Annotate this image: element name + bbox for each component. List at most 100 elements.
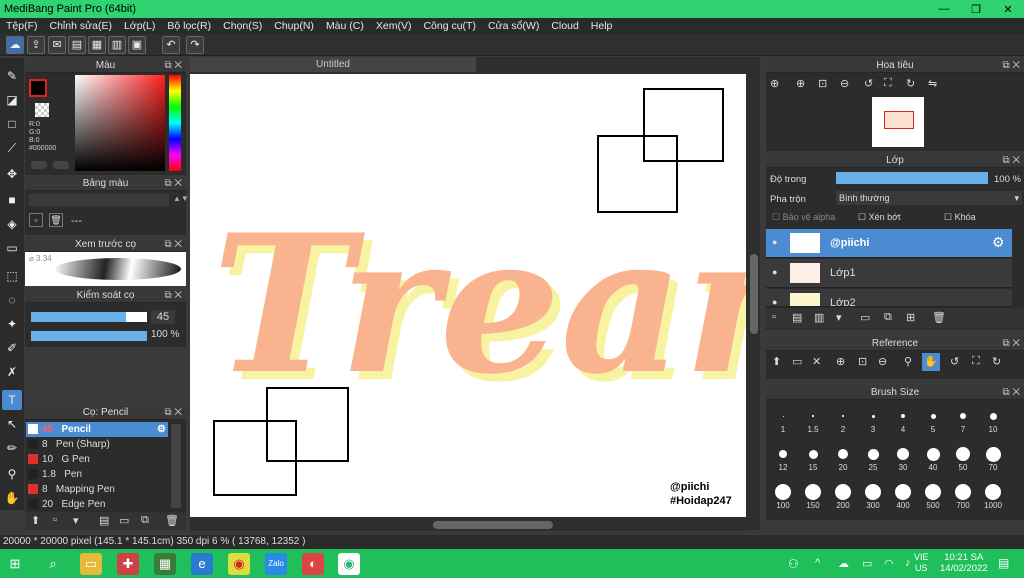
zoom-out-icon[interactable]: ⊖ [840,77,849,90]
zalo-icon[interactable]: Zalo [265,553,287,575]
brush-tool-icon[interactable]: ✎ [2,66,22,86]
vertical-scrollbar[interactable] [748,74,760,517]
opacity-slider[interactable] [31,331,147,341]
battery-icon[interactable]: ▭ [862,557,872,570]
folder-icon[interactable]: ▭ [860,311,870,324]
brush-size-option[interactable]: 70 [978,442,1008,472]
clock[interactable]: 10:21 SA 14/02/2022 [940,552,988,574]
eraser-tool-icon[interactable]: ◪ [2,90,22,110]
select-rect-icon[interactable]: ⬚ [2,266,22,286]
app-icon[interactable]: ◐ [302,553,324,575]
flip-icon[interactable]: ⇋ [928,77,937,90]
menu-snap[interactable]: Chụp(N) [268,20,320,32]
color-mode-button[interactable] [31,161,47,169]
close-icon[interactable]: ✕ [812,355,821,368]
new-layer-icon[interactable]: ▫ [772,311,776,323]
layer-opacity-slider[interactable] [836,172,988,184]
saturation-value-picker[interactable] [75,75,165,171]
undo-icon[interactable]: ↶ [162,36,180,54]
eyedropper-icon[interactable]: ⚲ [2,464,22,484]
eye-icon[interactable]: ● [772,237,777,247]
file-explorer-icon[interactable]: ▭ [80,553,102,575]
brush-size-option[interactable]: 1000 [978,480,1008,510]
edge-icon[interactable]: e [191,553,213,575]
magic-wand-icon[interactable]: ✦ [2,314,22,334]
brush-item[interactable]: 8 Mapping Pen [26,482,168,497]
tray-chevron-icon[interactable]: ^ [815,557,820,569]
comment-icon[interactable]: ✉ [48,36,66,54]
brush-size-option[interactable]: 30 [888,442,918,472]
menu-help[interactable]: Help [585,20,619,32]
medibang-icon[interactable]: ◉ [338,553,360,575]
vertical-scroll-thumb[interactable] [750,254,758,334]
size-value[interactable]: 45 [151,310,175,324]
new-brush-icon[interactable]: ▫ [53,514,57,526]
divide-tool-icon[interactable]: ✏ [2,438,22,458]
brush-size-option[interactable]: 2 [828,404,858,434]
fill-rect-tool-icon[interactable]: ■ [2,190,22,210]
close-button[interactable]: ✕ [992,3,1024,16]
size-slider[interactable] [31,312,147,322]
trash-icon[interactable]: 🗑 [932,311,946,324]
menu-layer[interactable]: Lớp(L) [118,20,161,32]
hand-tool-icon[interactable]: ✋ [2,488,22,508]
people-icon[interactable]: ⚇ [788,557,799,571]
upload-icon[interactable]: ⇪ [27,36,45,54]
panels-icon[interactable]: ▣ [128,36,146,54]
duplicate-icon[interactable]: ⧉ [884,311,892,324]
move-tool-icon[interactable]: ✥ [2,164,22,184]
line-tool-icon[interactable]: ⟋ [2,138,22,158]
panel-close-icon[interactable]: ⧉ ✕ [1002,337,1020,351]
panel-close-icon[interactable]: ⧉ ✕ [164,406,182,420]
document-icon[interactable]: ▤ [68,36,86,54]
hue-slider[interactable] [169,75,181,171]
tab-untitled[interactable]: Untitled [190,57,476,72]
copy-brush-icon[interactable]: ▤ [99,514,109,527]
eyedropper-icon[interactable]: ⚲ [904,355,912,368]
panel-close-icon[interactable]: ⧉ ✕ [1002,59,1020,73]
actual-size-icon[interactable]: ⊡ [818,77,827,90]
zoom-fit-icon[interactable]: ⊕ [770,77,779,90]
brush-size-option[interactable]: 50 [948,442,978,472]
add-brush-icon[interactable]: ⬆ [31,514,40,527]
merge-icon[interactable]: ⊞ [906,311,915,324]
brush-size-option[interactable]: 700 [948,480,978,510]
brush-size-option[interactable]: 10 [978,404,1008,434]
panel-close-icon[interactable]: ⧉ ✕ [164,289,182,303]
foreground-color-swatch[interactable] [29,79,47,97]
menu-filter[interactable]: Bộ lọc(R) [161,20,217,32]
eye-icon[interactable]: ● [772,267,777,277]
menu-cloud[interactable]: Cloud [545,20,584,32]
cloud-icon[interactable]: ☁ [6,36,24,54]
redo-icon[interactable]: ↷ [186,36,204,54]
brush-menu-icon[interactable]: ▾ [73,514,79,527]
gift-icon[interactable]: ✚ [117,553,139,575]
gear-icon[interactable]: ⚙ [992,234,1005,251]
layer-row[interactable]: ● Lớp1 [766,259,1012,288]
trash-icon[interactable]: 🗑 [165,514,179,527]
brush-size-option[interactable]: 1 [768,404,798,434]
operation-tool-icon[interactable]: ↖ [2,414,22,434]
panel-close-icon[interactable]: ⧉ ✕ [164,59,182,73]
hand-icon[interactable]: ✋ [922,353,940,371]
brush-size-option[interactable]: 40 [918,442,948,472]
menu-color[interactable]: Màu (C) [320,20,370,32]
panel-close-icon[interactable]: ⧉ ✕ [1002,386,1020,400]
brush-size-option[interactable]: 4 [888,404,918,434]
clipping-checkbox[interactable]: ☐ Xén bớt [858,212,901,223]
language-indicator[interactable]: VIE US [914,552,929,574]
panel-close-icon[interactable]: ⧉ ✕ [164,177,182,191]
brush-size-option[interactable]: 100 [768,480,798,510]
brush-item[interactable]: 10 G Pen [26,452,168,467]
palette-select[interactable] [29,194,169,206]
brush-item[interactable]: 45 Pencil ⚙ [26,422,168,437]
menu-edit[interactable]: Chỉnh sửa(E) [44,20,118,32]
gear-icon[interactable]: ⚙ [157,422,166,437]
layer-row[interactable]: ● Lớp2 [766,289,1012,307]
brush-size-option[interactable]: 7 [948,404,978,434]
layer-row[interactable]: ● @piichi ⚙ [766,229,1012,258]
search-icon[interactable]: ⌕ [42,553,64,575]
rotate-right-icon[interactable]: ↻ [992,355,1001,368]
upload-icon[interactable]: ⬆ [772,355,781,368]
drawing-canvas[interactable]: Treand Treand @piichi #Hoidap247 [190,74,746,517]
